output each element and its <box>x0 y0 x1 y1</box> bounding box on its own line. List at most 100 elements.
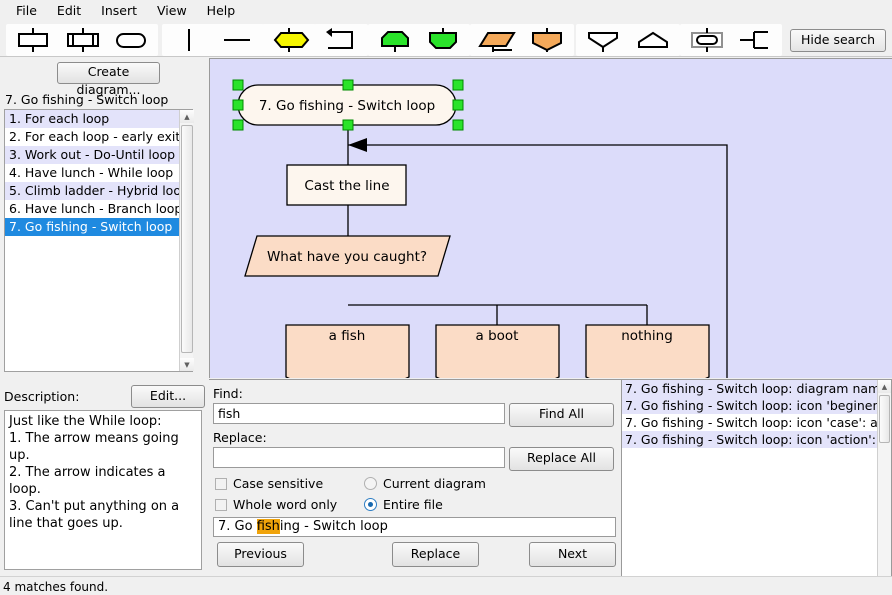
replace-label: Replace: <box>213 430 267 445</box>
tool-subroutine-button[interactable] <box>56 24 110 56</box>
scrollbar-thumb[interactable] <box>879 395 890 443</box>
node-beginend[interactable]: 7. Go fishing - Switch loop <box>238 85 456 125</box>
match-preview: 7. Go fishing - Switch loop <box>213 517 616 537</box>
replace-input[interactable] <box>213 447 505 468</box>
result-item[interactable]: 7. Go fishing - Switch loop: icon 'begin… <box>622 397 891 414</box>
node-switch-label: What have you caught? <box>267 249 427 265</box>
status-text: 4 matches found. <box>3 580 108 594</box>
whole-word-checkbox[interactable]: Whole word only <box>215 497 337 512</box>
list-item[interactable]: 4. Have lunch - While loop <box>5 164 192 182</box>
diagram-canvas[interactable]: 7. Go fishing - Switch loop Cast the lin… <box>209 58 892 378</box>
case-sensitive-checkbox[interactable]: Case sensitive <box>215 476 323 491</box>
diagram-list[interactable]: 1. For each loop 2. For each loop - earl… <box>4 109 193 372</box>
description-text[interactable]: Just like the While loop: 1. The arrow m… <box>4 410 202 570</box>
result-item[interactable]: 7. Go fishing - Switch loop: icon 'case'… <box>622 414 891 431</box>
radio-circle-icon[interactable] <box>364 477 377 490</box>
tool-vertical-line-button[interactable] <box>162 24 216 56</box>
tool-horizontal-line-button[interactable] <box>210 24 264 56</box>
previous-button[interactable]: Previous <box>217 542 304 567</box>
vertical-line-icon <box>166 27 212 53</box>
merge-down-icon <box>580 27 626 53</box>
find-replace-panel: Find: Find All Replace: Replace All Case… <box>209 379 892 576</box>
diagram-list-panel: Create diagram... 7. Go fishing - Switch… <box>0 58 206 378</box>
loop-begin-shape-icon <box>372 27 418 53</box>
preview-after: ing - Switch loop <box>280 519 388 534</box>
menu-item-file[interactable]: File <box>6 1 47 20</box>
tool-loop-begin-button[interactable] <box>368 24 422 56</box>
list-item[interactable]: 6. Have lunch - Branch loop <box>5 200 192 218</box>
node-case[interactable]: a fish <box>286 325 409 378</box>
checkbox-box-icon[interactable] <box>215 499 227 511</box>
find-all-button[interactable]: Find All <box>509 403 614 427</box>
scroll-down-icon[interactable]: ▼ <box>180 358 194 371</box>
node-switch[interactable]: What have you caught? <box>245 236 450 276</box>
replace-button[interactable]: Replace <box>392 542 479 567</box>
menu-bar: File Edit Insert View Help <box>0 0 892 21</box>
scroll-up-icon[interactable]: ▲ <box>878 380 891 393</box>
scrollbar-thumb[interactable] <box>181 125 193 353</box>
tool-decision-left-button[interactable] <box>262 24 316 56</box>
current-diagram-name: 7. Go fishing - Switch loop <box>5 92 168 107</box>
scroll-up-icon[interactable]: ▲ <box>180 110 194 123</box>
tool-merge-down-button[interactable] <box>576 24 630 56</box>
scope-current-diagram-radio[interactable]: Current diagram <box>364 476 486 491</box>
status-bar: 4 matches found. <box>0 576 892 595</box>
list-item[interactable]: 1. For each loop <box>5 110 192 128</box>
menu-item-insert[interactable]: Insert <box>91 1 147 20</box>
decision-left-shape-icon <box>266 27 312 53</box>
node-case-label: a boot <box>476 328 519 344</box>
tool-group-button[interactable] <box>680 24 734 56</box>
tool-loop-arrow-button[interactable] <box>314 24 368 56</box>
node-case-label: a fish <box>329 328 366 344</box>
tool-merge-up-button[interactable] <box>626 24 680 56</box>
list-item[interactable]: 2. For each loop - early exit <box>5 128 192 146</box>
diagram-svg: 7. Go fishing - Switch loop Cast the lin… <box>210 59 892 378</box>
find-input[interactable] <box>213 403 505 424</box>
merge-up-icon <box>630 27 676 53</box>
checkbox-box-icon[interactable] <box>215 478 227 490</box>
hide-search-button[interactable]: Hide search <box>790 29 886 52</box>
scope-entire-file-radio[interactable]: Entire file <box>364 497 443 512</box>
case-sensitive-label: Case sensitive <box>233 476 323 491</box>
result-item[interactable]: 7. Go fishing - Switch loop: icon 'actio… <box>622 431 891 448</box>
search-results-list[interactable]: 7. Go fishing - Switch loop: diagram nam… <box>621 379 892 577</box>
loop-end-shape-icon <box>420 27 466 53</box>
tool-loop-end-button[interactable] <box>416 24 470 56</box>
edit-description-button[interactable]: Edit... <box>131 385 205 408</box>
menu-item-help[interactable]: Help <box>197 1 246 20</box>
diagram-list-scrollbar[interactable]: ▲ ▼ <box>179 110 193 371</box>
list-item[interactable]: 3. Work out - Do-Until loop <box>5 146 192 164</box>
list-item[interactable]: 5. Climb ladder - Hybrid loop <box>5 182 192 200</box>
preview-before: 7. Go <box>218 519 257 534</box>
description-panel: Description: Edit... Just like the While… <box>0 381 206 577</box>
replace-all-button[interactable]: Replace All <box>509 447 614 471</box>
node-beginend-label: 7. Go fishing - Switch loop <box>259 98 435 114</box>
list-item-selected[interactable]: 7. Go fishing - Switch loop <box>5 218 192 236</box>
find-label: Find: <box>213 386 243 401</box>
whole-word-label: Whole word only <box>233 497 337 512</box>
tool-beginend-button[interactable] <box>104 24 158 56</box>
node-case[interactable]: nothing <box>586 325 709 378</box>
group-shape-icon <box>684 27 730 53</box>
menu-item-edit[interactable]: Edit <box>47 1 91 20</box>
next-button[interactable]: Next <box>529 542 616 567</box>
beginend-shape-icon <box>108 27 154 53</box>
tool-switch-button[interactable] <box>470 24 524 56</box>
subroutine-shape-icon <box>60 27 106 53</box>
branch-icon <box>732 27 778 53</box>
results-scrollbar[interactable]: ▲ <box>877 380 891 576</box>
preview-highlight: fish <box>257 519 280 534</box>
tool-action-button[interactable] <box>6 24 60 56</box>
case-shape-icon <box>524 27 570 53</box>
radio-circle-selected-icon[interactable] <box>364 498 377 511</box>
loop-arrow-icon <box>318 27 364 53</box>
tool-case-button[interactable] <box>520 24 574 56</box>
node-case[interactable]: a boot <box>436 325 559 378</box>
menu-item-view[interactable]: View <box>147 1 197 20</box>
create-diagram-button[interactable]: Create diagram... <box>57 62 160 84</box>
tool-branch-button[interactable] <box>728 24 782 56</box>
entire-file-label: Entire file <box>383 497 443 512</box>
result-item[interactable]: 7. Go fishing - Switch loop: diagram nam… <box>622 380 891 397</box>
node-case-label: nothing <box>621 328 673 344</box>
node-action[interactable]: Cast the line <box>287 165 406 205</box>
